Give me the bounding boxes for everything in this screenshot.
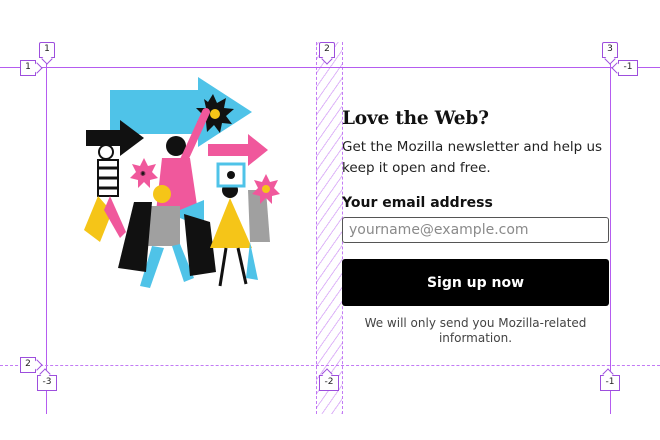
newsletter-title: Love the Web?: [342, 108, 489, 129]
email-field[interactable]: [342, 217, 609, 243]
sign-up-button[interactable]: Sign up now: [342, 259, 609, 306]
grid-badge-row-left-2: 2: [20, 357, 36, 373]
grid-badge-col-bottom-3: -1: [600, 375, 620, 391]
protest-crowd-icon: ✺: [84, 77, 280, 288]
grid-line-col-1: [46, 42, 47, 414]
newsletter-description: Get the Mozilla newsletter and help us k…: [342, 139, 603, 176]
email-label: Your email address: [342, 195, 493, 211]
grid-badge-col-top-3: 3: [602, 42, 618, 58]
protest-crowd-illustration: ✺: [80, 72, 280, 297]
column-gap-hatch: [316, 42, 342, 414]
newsletter-form: Love the Web? Get the Mozilla newsletter…: [342, 108, 610, 346]
grid-badge-col-bottom-2: -2: [319, 375, 339, 391]
grid-badge-col-bottom-1: -3: [37, 375, 57, 391]
grid-badge-row-left-1: 1: [20, 60, 36, 76]
grid-badge-col-top-1: 1: [39, 42, 55, 58]
grid-badge-col-top-2: 2: [319, 42, 335, 58]
grid-line-col-3: [610, 42, 611, 414]
grid-badge-row-right-1: -1: [618, 60, 638, 76]
svg-text:✺: ✺: [140, 170, 146, 178]
privacy-note: We will only send you Mozilla-related in…: [364, 316, 587, 345]
